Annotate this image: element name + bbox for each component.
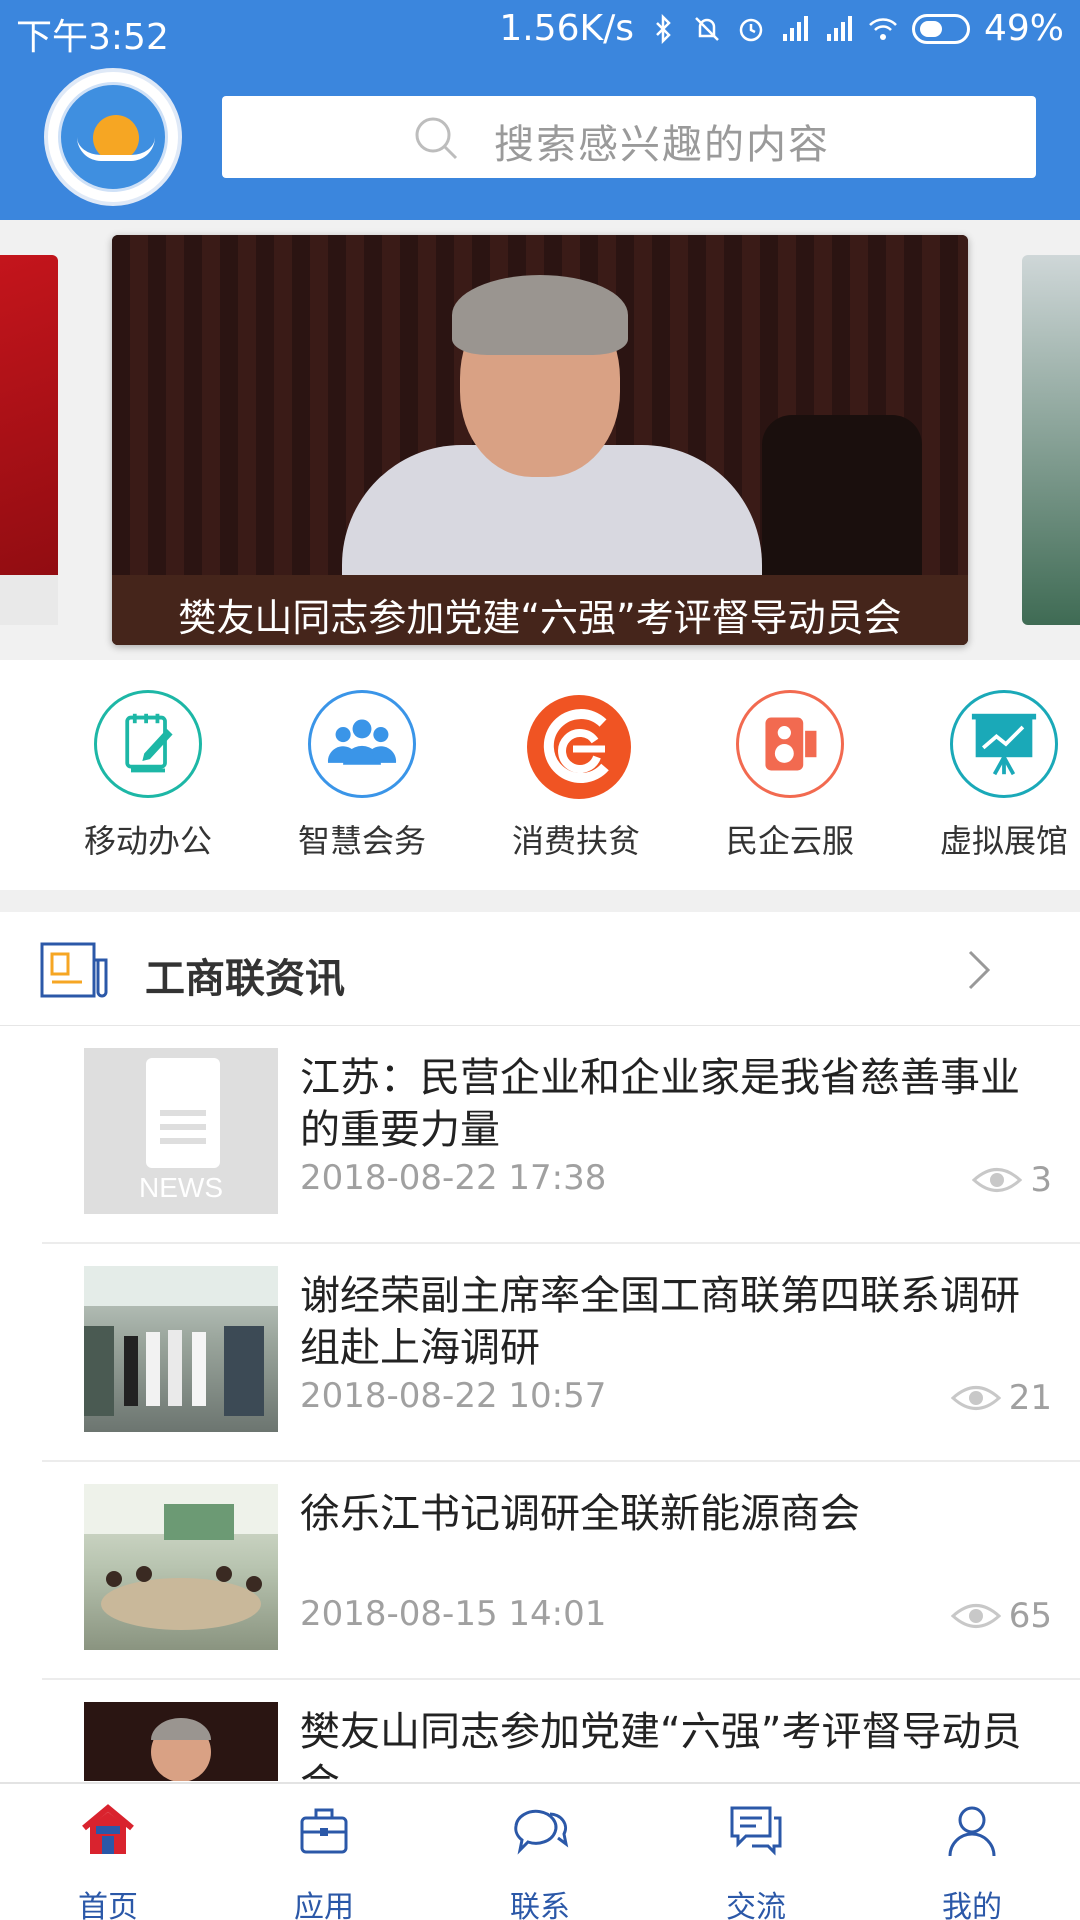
tab-home[interactable]: 首页 <box>0 1800 216 1920</box>
news-item[interactable]: NEWS 江苏：民营企业和企业家是我省慈善事业的重要力量 2018-08-22 … <box>0 1026 1080 1244</box>
news-date: 2018-08-22 17:38 <box>300 1158 607 1198</box>
search-placeholder: 搜索感兴趣的内容 <box>494 122 830 168</box>
tab-label: 应用 <box>294 1890 354 1920</box>
speaker-icon <box>736 690 844 798</box>
tab-exchange[interactable]: 交流 <box>648 1800 864 1920</box>
document-icon <box>146 1058 220 1168</box>
signal-2-icon <box>826 15 852 41</box>
news-list: NEWS 江苏：民营企业和企业家是我省慈善事业的重要力量 2018-08-22 … <box>0 1026 1080 1781</box>
tab-apps[interactable]: 应用 <box>216 1800 432 1920</box>
search-icon <box>415 117 458 160</box>
news-views: 21 <box>950 1378 1052 1418</box>
presentation-board-icon <box>950 690 1058 798</box>
quick-entries: 移动办公 智慧会务 消费扶贫 民企云服 虚拟展馆 <box>0 660 1080 890</box>
tab-label: 首页 <box>78 1890 138 1920</box>
status-right: 1.56K/s 49% <box>499 8 1064 49</box>
tab-contacts[interactable]: 联系 <box>432 1800 648 1920</box>
tab-label: 我的 <box>942 1890 1002 1920</box>
quick-entry-label: 移动办公 <box>83 822 212 860</box>
eye-icon <box>972 1168 1023 1192</box>
user-icon <box>948 1806 996 1857</box>
news-view-count: 65 <box>1008 1596 1052 1636</box>
news-thumbnail <box>84 1484 278 1650</box>
chat-bubbles-icon <box>514 1809 569 1855</box>
battery-icon <box>911 13 970 44</box>
news-date: 2018-08-15 14:01 <box>300 1594 607 1634</box>
network-speed: 1.56K/s <box>499 8 634 49</box>
banner-main-card[interactable]: 樊友山同志参加党建“六强”考评督导动员会 <box>112 235 968 645</box>
message-board-icon <box>730 1806 782 1856</box>
tab-label: 联系 <box>510 1890 570 1920</box>
banner-next-card[interactable] <box>1022 255 1080 625</box>
tab-label: 交流 <box>726 1890 786 1920</box>
newspaper-icon <box>40 942 108 998</box>
news-title: 江苏：民营企业和企业家是我省慈善事业的重要力量 <box>300 1055 1020 1153</box>
status-time: 下午3:52 <box>16 17 169 58</box>
alarm-icon <box>739 18 763 41</box>
logo-emblem <box>58 82 168 192</box>
news-view-count: 21 <box>1008 1378 1052 1418</box>
news-title: 樊友山同志参加党建“六强”考评督导动员会 <box>300 1709 1022 1781</box>
briefcase-icon <box>300 1808 348 1854</box>
eye-icon <box>950 1604 1001 1628</box>
news-views: 65 <box>950 1596 1052 1636</box>
quick-entry-private-cloud-service[interactable]: 民企云服 <box>690 690 890 862</box>
quick-entry-label: 民企云服 <box>725 822 854 860</box>
chevron-right-icon[interactable] <box>964 948 994 992</box>
quick-entry-label: 消费扶贫 <box>511 822 640 860</box>
news-thumbnail-placeholder: NEWS <box>84 1048 278 1214</box>
bottom-nav: 首页 应用 联系 交流 我的 <box>0 1782 1080 1920</box>
banner-caption: 樊友山同志参加党建“六强”考评督导动员会 <box>178 596 902 640</box>
quick-entry-virtual-exhibition[interactable]: 虚拟展馆 <box>904 690 1080 862</box>
news-thumbnail <box>84 1702 278 1781</box>
news-title: 谢经荣副主席率全国工商联第四联系调研组赴上海调研 <box>300 1273 1020 1371</box>
banner-photo-person-hair <box>452 275 628 355</box>
news-views: 3 <box>972 1160 1052 1200</box>
home-icon <box>82 1804 134 1854</box>
mute-bell-icon <box>695 16 719 41</box>
news-item[interactable]: 樊友山同志参加党建“六强”考评督导动员会 <box>0 1680 1080 1781</box>
news-title: 徐乐江书记调研全联新能源商会 <box>300 1491 860 1537</box>
bluetooth-icon <box>656 13 671 44</box>
quick-entry-mobile-office[interactable]: 移动办公 <box>48 690 248 862</box>
quick-entry-label: 智慧会务 <box>297 822 426 860</box>
section-divider <box>0 890 1080 912</box>
app-header: 下午3:52 1.56K/s 49% 搜索感兴趣的内容 <box>0 0 1080 220</box>
org-logo[interactable] <box>44 68 182 206</box>
eye-icon <box>950 1386 1001 1410</box>
quick-entry-poverty-alleviation[interactable]: 消费扶贫 <box>476 690 676 862</box>
news-item[interactable]: 徐乐江书记调研全联新能源商会 2018-08-15 14:01 65 <box>0 1462 1080 1680</box>
wifi-icon <box>869 17 897 40</box>
news-view-count: 3 <box>1030 1160 1052 1200</box>
notepad-pen-icon <box>94 690 202 798</box>
signal-icon <box>782 15 808 41</box>
c-logo-icon <box>522 690 631 799</box>
people-group-icon <box>308 690 416 798</box>
news-section-header[interactable]: 工商联资讯 <box>0 912 1080 1026</box>
tab-profile[interactable]: 我的 <box>864 1800 1080 1920</box>
status-bar: 下午3:52 1.56K/s 49% <box>0 0 1080 58</box>
news-thumb-label: NEWS <box>139 1172 223 1203</box>
news-thumbnail <box>84 1266 278 1432</box>
banner-prev-card[interactable] <box>0 255 58 625</box>
quick-entry-smart-meeting[interactable]: 智慧会务 <box>262 690 462 862</box>
news-date: 2018-08-22 10:57 <box>300 1376 607 1416</box>
news-item[interactable]: 谢经荣副主席率全国工商联第四联系调研组赴上海调研 2018-08-22 10:5… <box>0 1244 1080 1462</box>
battery-percent: 49% <box>983 8 1064 49</box>
search-box[interactable]: 搜索感兴趣的内容 <box>222 96 1036 178</box>
logo-book <box>77 137 155 161</box>
quick-entry-label: 虚拟展馆 <box>939 822 1068 860</box>
news-section-title: 工商联资讯 <box>145 956 345 1002</box>
